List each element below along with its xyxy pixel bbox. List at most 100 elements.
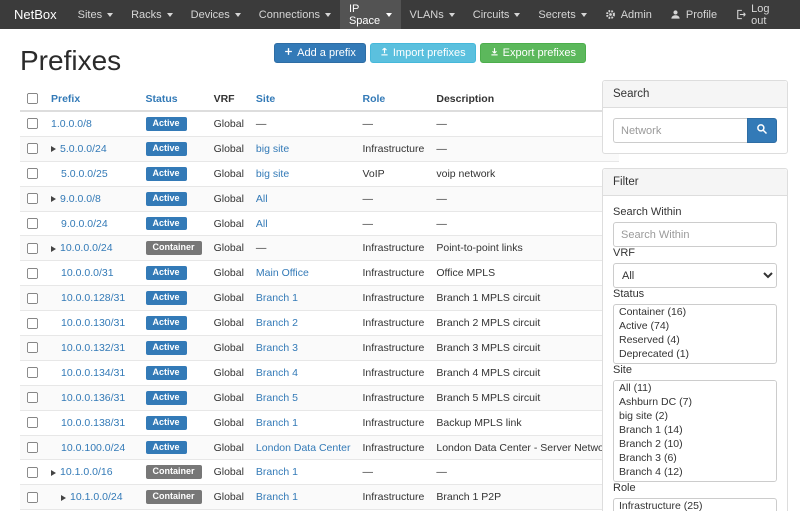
filter-option[interactable]: Deprecated (1)	[614, 347, 776, 361]
row-checkbox[interactable]	[27, 118, 38, 129]
prefix-link[interactable]: 10.0.0.136/31	[61, 392, 125, 404]
row-checkbox[interactable]	[27, 318, 38, 329]
site-link[interactable]: Branch 3	[256, 342, 298, 354]
row-checkbox[interactable]	[27, 367, 38, 378]
filter-option[interactable]: Active (74)	[614, 319, 776, 333]
nav-ip-space[interactable]: IP Space	[340, 0, 401, 29]
nav-admin[interactable]: Admin	[596, 0, 661, 29]
site-link[interactable]: big site	[256, 143, 289, 155]
column-header-status[interactable]: Status	[146, 93, 178, 105]
vrf-value: Global	[208, 186, 250, 211]
row-checkbox[interactable]	[27, 342, 38, 353]
filter-option[interactable]: Branch 4 (12)	[614, 465, 776, 479]
import-prefixes-button[interactable]: Import prefixes	[370, 43, 476, 63]
prefix-link[interactable]: 10.1.0.0/24	[70, 491, 123, 503]
brand-logo[interactable]: NetBox	[8, 0, 69, 29]
column-header-prefix[interactable]: Prefix	[51, 93, 80, 105]
filter-option[interactable]: Infrastructure (25)	[614, 499, 776, 511]
prefix-link[interactable]: 1.0.0.0/8	[51, 118, 92, 130]
content: Prefixes Add a prefix Import prefixes Ex…	[0, 29, 800, 511]
prefix-link[interactable]: 9.0.0.0/24	[61, 218, 108, 230]
site-cell: Branch 1	[250, 410, 357, 435]
prefix-link[interactable]: 10.0.0.0/31	[61, 267, 114, 279]
site-link[interactable]: Main Office	[256, 267, 309, 279]
row-checkbox[interactable]	[27, 218, 38, 229]
search-button[interactable]	[747, 118, 777, 143]
prefix-link[interactable]: 10.1.0.0/16	[60, 466, 113, 478]
site-link[interactable]: Branch 1	[256, 292, 298, 304]
site-link[interactable]: Branch 4	[256, 367, 298, 379]
expand-arrow-icon	[51, 470, 56, 476]
nav-profile[interactable]: Profile	[661, 0, 726, 29]
nav-sites[interactable]: Sites	[69, 0, 122, 29]
filter-option[interactable]: Ashburn DC (7)	[614, 395, 776, 409]
site-link[interactable]: Branch 5	[256, 392, 298, 404]
row-checkbox[interactable]	[27, 268, 38, 279]
row-checkbox[interactable]	[27, 193, 38, 204]
site-cell: —	[250, 236, 357, 261]
row-checkbox[interactable]	[27, 467, 38, 478]
column-header-site[interactable]: Site	[256, 93, 275, 105]
export-prefixes-button[interactable]: Export prefixes	[480, 43, 586, 63]
prefix-link[interactable]: 10.0.0.138/31	[61, 417, 125, 429]
status-listbox[interactable]: Container (16)Active (74)Reserved (4)Dep…	[613, 304, 777, 364]
nav-connections[interactable]: Connections	[250, 0, 340, 29]
prefix-link[interactable]: 5.0.0.0/25	[61, 168, 108, 180]
filter-option[interactable]: Container (16)	[614, 305, 776, 319]
vrf-select[interactable]: All	[613, 263, 777, 288]
row-checkbox[interactable]	[27, 417, 38, 428]
role-listbox[interactable]: Infrastructure (25)Management (8)Private…	[613, 498, 777, 511]
row-checkbox[interactable]	[27, 492, 38, 503]
row-checkbox[interactable]	[27, 243, 38, 254]
filter-option[interactable]: big site (2)	[614, 409, 776, 423]
nav-secrets[interactable]: Secrets	[529, 0, 595, 29]
site-listbox[interactable]: All (11)Ashburn DC (7)big site (2)Branch…	[613, 380, 777, 482]
status-badge: Active	[146, 341, 187, 355]
prefix-link[interactable]: 9.0.0.0/8	[60, 193, 101, 205]
search-input[interactable]	[613, 118, 747, 143]
row-checkbox[interactable]	[27, 143, 38, 154]
description-value: —	[430, 111, 618, 136]
filter-option[interactable]: Branch 2 (10)	[614, 437, 776, 451]
nav-racks[interactable]: Racks	[122, 0, 182, 29]
row-checkbox[interactable]	[27, 392, 38, 403]
site-link[interactable]: Branch 1	[256, 491, 298, 503]
nav-logout[interactable]: Log out	[726, 0, 792, 29]
vrf-label: VRF	[613, 247, 777, 259]
row-checkbox[interactable]	[27, 442, 38, 453]
table-row: 10.1.0.0/16 Container Global Branch 1 — …	[20, 460, 619, 485]
prefix-link[interactable]: 10.0.0.0/24	[60, 242, 113, 254]
site-link[interactable]: All	[256, 218, 268, 230]
nav-vlans[interactable]: VLANs	[401, 0, 464, 29]
prefix-link[interactable]: 10.0.0.134/31	[61, 367, 125, 379]
prefix-link[interactable]: 10.0.0.132/31	[61, 342, 125, 354]
site-link[interactable]: Branch 1	[256, 466, 298, 478]
page-title: Prefixes	[20, 45, 121, 77]
site-link[interactable]: All	[256, 193, 268, 205]
table-header-row: Prefix Status VRF Site Role Description	[20, 87, 619, 111]
add-prefix-button[interactable]: Add a prefix	[274, 43, 366, 63]
filter-option[interactable]: Branch 3 (6)	[614, 451, 776, 465]
nav-circuits[interactable]: Circuits	[464, 0, 530, 29]
site-cell: London Data Center	[250, 435, 357, 460]
prefix-link[interactable]: 10.0.0.130/31	[61, 317, 125, 329]
select-all-checkbox[interactable]	[27, 93, 38, 104]
filter-option[interactable]: All (11)	[614, 381, 776, 395]
site-link[interactable]: Branch 2	[256, 317, 298, 329]
filter-option[interactable]: Reserved (4)	[614, 333, 776, 347]
site-link[interactable]: Branch 1	[256, 417, 298, 429]
prefix-link[interactable]: 10.0.100.0/24	[61, 442, 125, 454]
row-checkbox[interactable]	[27, 168, 38, 179]
column-header-role[interactable]: Role	[363, 93, 386, 105]
site-link[interactable]: big site	[256, 168, 289, 180]
search-within-input[interactable]	[613, 222, 777, 247]
filter-option[interactable]: Branch 1 (14)	[614, 423, 776, 437]
role-value: Infrastructure	[357, 385, 431, 410]
site-link[interactable]: London Data Center	[256, 442, 351, 454]
nav-devices[interactable]: Devices	[182, 0, 250, 29]
prefix-link[interactable]: 10.0.0.128/31	[61, 292, 125, 304]
prefix-link[interactable]: 5.0.0.0/24	[60, 143, 107, 155]
nav-item-label: Racks	[131, 9, 162, 21]
table-row: 10.0.100.0/24 Active Global London Data …	[20, 435, 619, 460]
row-checkbox[interactable]	[27, 293, 38, 304]
